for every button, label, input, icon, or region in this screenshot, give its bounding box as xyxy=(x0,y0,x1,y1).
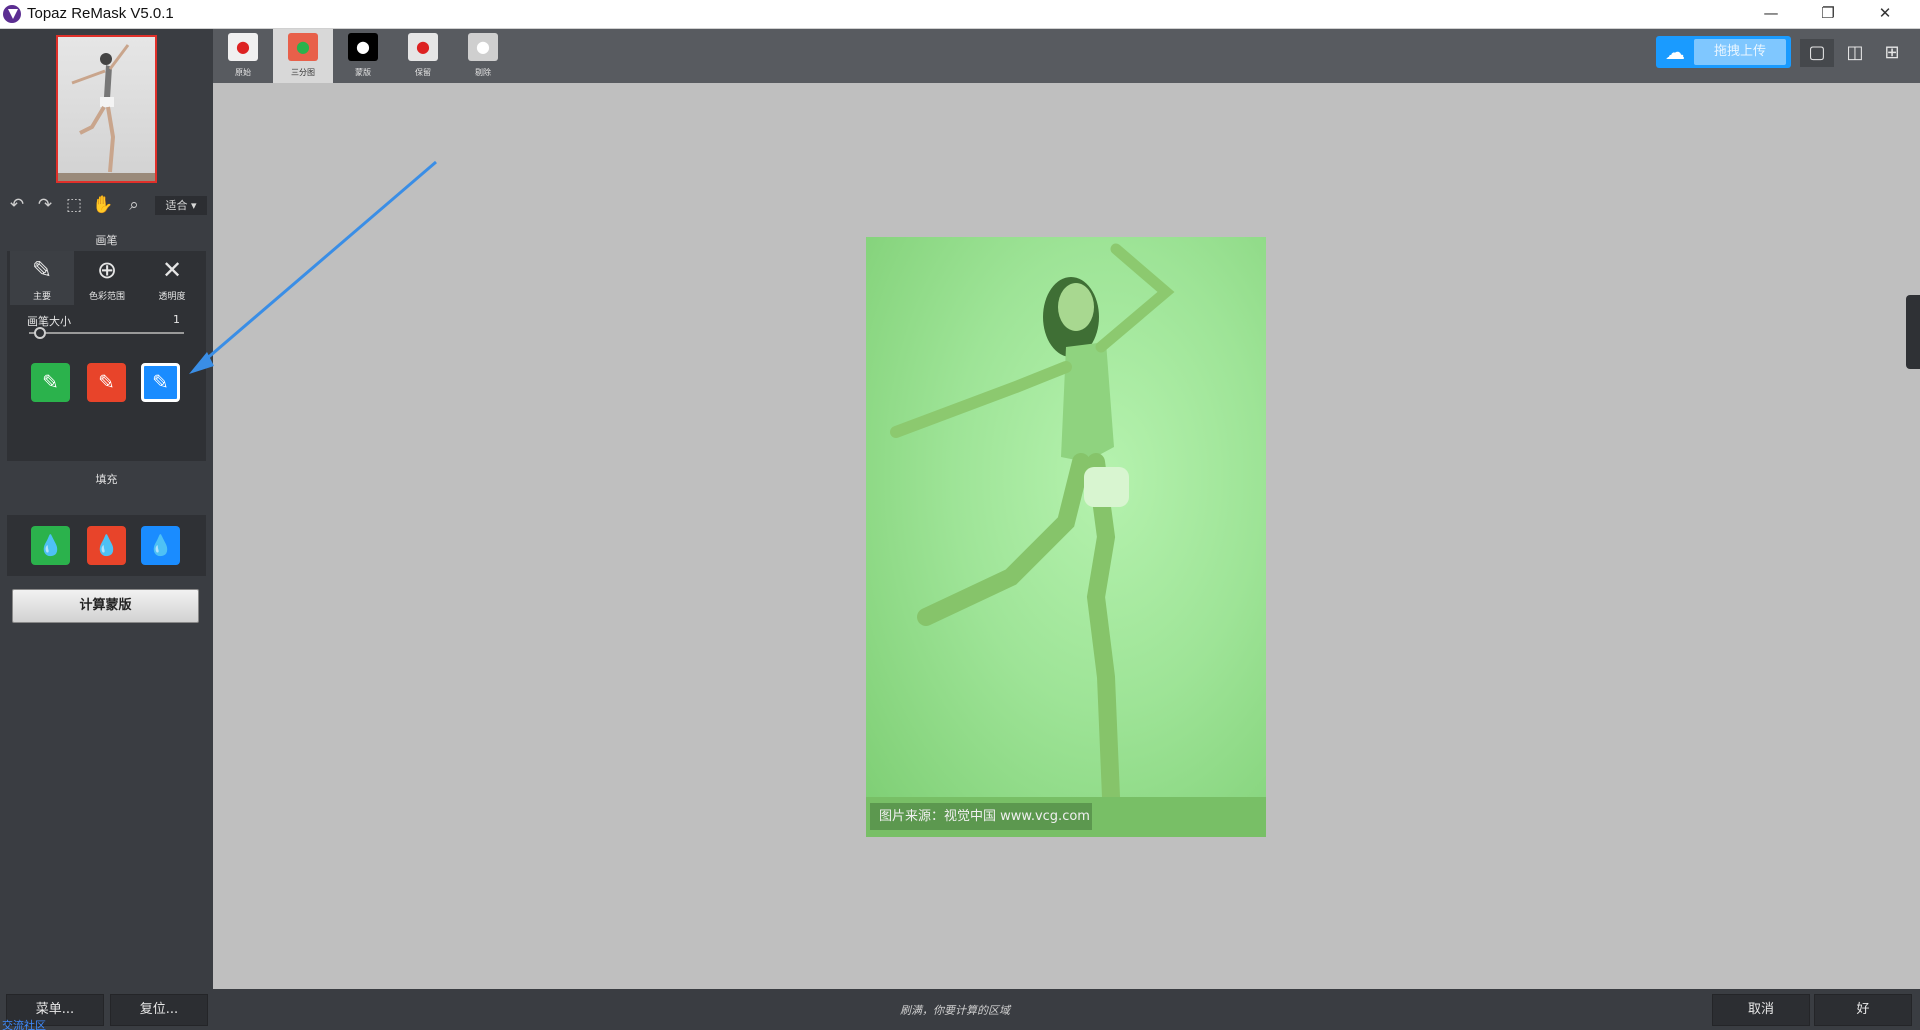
redo-icon[interactable]: ↷ xyxy=(33,190,57,220)
title-bar: Topaz ReMask V5.0.1 — ❐ ✕ xyxy=(0,0,1920,29)
mask-icon: ● xyxy=(348,33,378,61)
upload-label: 拖拽上传 xyxy=(1694,39,1786,65)
status-hint: 刷满，你要计算的区域 xyxy=(900,1004,1010,1017)
minimize-button[interactable]: — xyxy=(1743,0,1799,29)
tab-label: 保留 xyxy=(415,68,431,77)
compute-brush-button[interactable]: ✎ xyxy=(141,363,180,402)
compute-fill-drop-icon: 💧 xyxy=(148,533,173,557)
hand-pan-icon[interactable]: ✋ xyxy=(91,190,115,220)
status-bar: 菜单... 复位... 刷满，你要计算的区域 取消 好 交流社区 xyxy=(0,989,1920,1030)
brush-size-slider-handle[interactable] xyxy=(34,327,46,339)
quad-view-icon[interactable]: ⊞ xyxy=(1875,39,1909,67)
topaz-logo-icon xyxy=(3,5,21,23)
fill-section-title: 填充 xyxy=(95,473,118,486)
left-panel: ↶ ↷ ⬚ ✋ ⌕ 适合 ▾ 画笔 ✎ 主要 ⊕ 色彩范围 ✕ 透明度 画笔大小… xyxy=(0,29,213,989)
brush-icon: ✎ xyxy=(31,256,53,284)
compute-fill-button[interactable]: 💧 xyxy=(141,526,180,565)
compute-mask-button[interactable]: 计算蒙版 xyxy=(12,589,199,623)
brush-type-color-range[interactable]: ⊕ 色彩范围 xyxy=(75,251,139,305)
cancel-button[interactable]: 取消 xyxy=(1712,994,1810,1026)
view-toolbar: ● 原始 ● 三分图 ● 蒙版 ● 保留 ● 剔除 ☁ 拖拽上传 ▢ ◫ ⊞ xyxy=(213,29,1920,83)
keep-brush-button[interactable]: ✎ xyxy=(31,363,70,402)
dancer-figure-icon xyxy=(890,243,1175,806)
tab-original[interactable]: ● 原始 xyxy=(213,29,273,83)
transparency-brush-icon: ✕ xyxy=(161,256,183,284)
navigation-toolbar: ↶ ↷ ⬚ ✋ ⌕ 适合 ▾ xyxy=(0,190,213,220)
brush-type-transparency[interactable]: ✕ 透明度 xyxy=(140,251,204,305)
color-range-brush-icon: ⊕ xyxy=(96,256,118,284)
cutout-icon: ● xyxy=(468,33,498,61)
brush-size-label: 画笔大小 xyxy=(27,315,71,328)
fill-tools-panel: 💧 💧 💧 xyxy=(7,515,206,576)
tab-label: 剔除 xyxy=(475,68,491,77)
side-panel-handle[interactable] xyxy=(1906,295,1920,369)
thumbnail-figure-icon xyxy=(58,44,155,181)
tab-mask[interactable]: ● 蒙版 xyxy=(333,29,393,83)
tab-label: 原始 xyxy=(235,68,251,77)
restore-button[interactable]: ❐ xyxy=(1800,0,1856,29)
image-watermark: 图片来源：视觉中国 www.vcg.com xyxy=(870,803,1092,830)
keep-brush-icon: ✎ xyxy=(42,370,59,394)
brush-size-value: 1 xyxy=(173,313,180,326)
tab-cutout[interactable]: ● 剔除 xyxy=(453,29,513,83)
tab-trimap[interactable]: ● 三分图 xyxy=(273,29,333,83)
drop-fill-button[interactable]: 💧 xyxy=(87,526,126,565)
keep-icon: ● xyxy=(408,33,438,61)
keep-fill-drop-icon: 💧 xyxy=(38,533,63,557)
reset-button[interactable]: 复位... xyxy=(110,994,208,1026)
brush-settings-panel: ✎ 主要 ⊕ 色彩范围 ✕ 透明度 画笔大小 1 ✎ ✎ ✎ xyxy=(7,251,206,461)
undo-icon[interactable]: ↶ xyxy=(5,190,29,220)
window-title: Topaz ReMask V5.0.1 xyxy=(27,5,174,22)
close-button[interactable]: ✕ xyxy=(1857,0,1913,29)
brush-section-title: 画笔 xyxy=(95,234,118,247)
brush-type-label: 色彩范围 xyxy=(88,292,125,302)
split-view-icon[interactable]: ◫ xyxy=(1838,39,1872,67)
trimap-icon: ● xyxy=(288,33,318,61)
zoom-fit-select[interactable]: 适合 ▾ xyxy=(155,196,207,215)
tab-label: 三分图 xyxy=(291,68,315,77)
brush-type-label: 透明度 xyxy=(158,292,186,302)
keep-fill-button[interactable]: 💧 xyxy=(31,526,70,565)
ok-button[interactable]: 好 xyxy=(1814,994,1912,1026)
brush-type-primary[interactable]: ✎ 主要 xyxy=(10,251,74,305)
image-canvas[interactable]: 图片来源：视觉中国 www.vcg.com xyxy=(213,83,1920,989)
navigator-thumbnail[interactable] xyxy=(56,35,157,183)
brush-size-slider[interactable] xyxy=(29,332,184,334)
tab-keep[interactable]: ● 保留 xyxy=(393,29,453,83)
marquee-select-icon[interactable]: ⬚ xyxy=(62,190,86,220)
compute-brush-icon: ✎ xyxy=(152,370,169,394)
drag-upload-button[interactable]: ☁ 拖拽上传 xyxy=(1656,36,1791,68)
single-view-icon[interactable]: ▢ xyxy=(1800,39,1834,67)
apple-icon: ● xyxy=(228,33,258,61)
tab-label: 蒙版 xyxy=(355,68,371,77)
brush-type-label: 主要 xyxy=(32,292,51,302)
community-link[interactable]: 交流社区 xyxy=(2,1017,46,1030)
zoom-search-icon[interactable]: ⌕ xyxy=(122,190,146,220)
drop-brush-icon: ✎ xyxy=(98,370,115,394)
preview-image[interactable]: 图片来源：视觉中国 www.vcg.com xyxy=(866,237,1266,837)
cloud-upload-icon: ☁ xyxy=(1665,40,1685,64)
drop-brush-button[interactable]: ✎ xyxy=(87,363,126,402)
drop-fill-drop-icon: 💧 xyxy=(94,533,119,557)
